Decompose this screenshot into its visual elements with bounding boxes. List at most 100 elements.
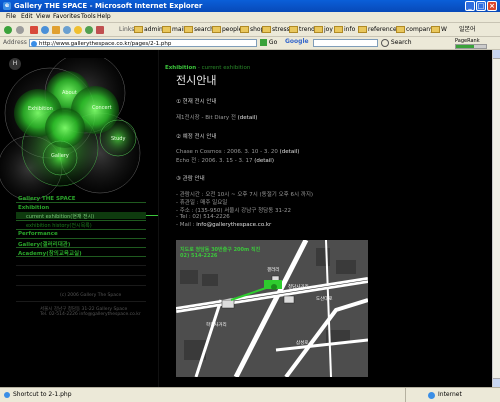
- visit-address: - 주소 : (135-950) 서울시 강남구 청담동 31-22: [176, 208, 291, 214]
- link-joy[interactable]: joy: [314, 25, 333, 34]
- google-search-label: Search: [390, 39, 412, 46]
- menu-view[interactable]: View: [36, 13, 50, 20]
- scroll-up-button[interactable]: [493, 50, 500, 59]
- menu-bar: File Edit View Favorites Tools Help: [0, 12, 500, 23]
- divider: [16, 229, 146, 230]
- concert-label: Concert: [92, 105, 112, 111]
- visit-mail-link[interactable]: info@gallerythespace.co.kr: [196, 222, 271, 228]
- mail-icon: [96, 25, 104, 34]
- favorites-toolbar-button[interactable]: [74, 25, 82, 34]
- nav-exhibition-history[interactable]: exhibition history(전시목록): [26, 222, 92, 229]
- upcoming-item: Echo 전 : 2006. 3. 15 - 3. 17: [176, 158, 253, 164]
- status-divider: [405, 388, 406, 402]
- forward-arrow-icon: [16, 25, 24, 34]
- web-content: H About Exhibition Concert Study Gallery…: [0, 50, 492, 387]
- upcoming-detail-link[interactable]: (detail): [280, 149, 300, 155]
- nav-exhibition[interactable]: Exhibition: [18, 205, 49, 211]
- folder-icon: [314, 26, 323, 33]
- zone-text: Internet: [438, 391, 462, 398]
- divider: [16, 265, 146, 266]
- link-label: admin: [144, 26, 163, 33]
- breadcrumb: Exhibition - current exhibition: [165, 65, 250, 71]
- link-stress[interactable]: stress: [262, 25, 290, 34]
- google-search-input[interactable]: [313, 39, 378, 47]
- refresh-button[interactable]: [41, 25, 49, 34]
- divider: [16, 275, 146, 276]
- menu-file[interactable]: File: [6, 13, 16, 20]
- link-reference[interactable]: reference: [358, 25, 397, 34]
- upcoming-row-1: Chase n Cosmos : 2006. 3. 10 - 3. 20 (de…: [176, 149, 299, 155]
- link-info[interactable]: info: [334, 25, 355, 34]
- media-button[interactable]: [85, 25, 93, 34]
- link-search[interactable]: search: [184, 25, 214, 34]
- visit-mail-label: - Mail :: [176, 222, 197, 228]
- pagerank-fill: [456, 45, 474, 48]
- visit-tel: - Tel : 02) 514-2226: [176, 214, 230, 220]
- go-label: Go: [268, 39, 278, 46]
- upcoming-item: Chase n Cosmos : 2006. 3. 10 - 3. 20: [176, 149, 278, 155]
- back-button[interactable]: [4, 25, 12, 34]
- folder-icon: [240, 26, 249, 33]
- stop-button[interactable]: [30, 25, 38, 34]
- search-toolbar-button[interactable]: [63, 25, 71, 34]
- visit-mail-row: - Mail : info@gallerythespace.co.kr: [176, 222, 271, 228]
- menu-favorites[interactable]: Favorites: [53, 13, 80, 20]
- divider: [16, 247, 146, 248]
- window-title: Gallery THE SPACE - Microsoft Internet E…: [14, 2, 203, 10]
- minimize-button[interactable]: _: [465, 1, 475, 11]
- maximize-button[interactable]: □: [476, 1, 486, 11]
- scroll-down-button[interactable]: [493, 378, 500, 387]
- map-label: 삼성로: [296, 341, 309, 346]
- upcoming-row-2: Echo 전 : 2006. 3. 15 - 3. 17 (detail): [176, 156, 274, 164]
- vertical-scrollbar[interactable]: [492, 50, 500, 387]
- nav-performance[interactable]: Performance: [18, 231, 58, 237]
- title-bar: e Gallery THE SPACE - Microsoft Internet…: [0, 0, 500, 12]
- menu-help[interactable]: Help: [97, 13, 111, 20]
- column-divider: [158, 50, 159, 387]
- map-label: 도산대로: [316, 297, 333, 302]
- link-company[interactable]: company: [396, 25, 434, 34]
- link-shop[interactable]: shop: [240, 25, 264, 34]
- home-button[interactable]: [52, 25, 60, 34]
- current-detail-link[interactable]: (detail): [238, 115, 258, 121]
- menu-tools[interactable]: Tools: [81, 13, 96, 20]
- link-label: W: [441, 26, 447, 33]
- link-w[interactable]: W: [431, 25, 447, 34]
- gallery-label: Gallery: [51, 153, 69, 159]
- page-title: 전시안내: [176, 74, 217, 87]
- divider: [16, 301, 146, 302]
- home-icon: [52, 25, 60, 34]
- upcoming-detail-link[interactable]: (detail): [254, 158, 274, 164]
- link-japanese[interactable]: 일본어: [459, 25, 476, 34]
- go-arrow-icon: [260, 39, 267, 46]
- google-search-button[interactable]: Search: [381, 38, 412, 47]
- link-label: info: [344, 26, 356, 33]
- section-current-title: ① 현재 전시 안내: [176, 99, 217, 105]
- media-icon: [85, 25, 93, 34]
- close-button[interactable]: ×: [487, 1, 497, 11]
- current-exhibition-row: 제1전시장 - Bit Diary 전 (detail): [176, 113, 257, 121]
- link-label: stress: [272, 26, 290, 33]
- folder-icon: [358, 26, 367, 33]
- search-icon: [63, 25, 71, 34]
- link-people[interactable]: people: [212, 25, 242, 34]
- divider: [16, 238, 146, 239]
- divider: [16, 285, 146, 286]
- search-icon: [381, 38, 389, 47]
- link-label: reference: [368, 26, 397, 33]
- link-mail[interactable]: mail: [162, 25, 185, 34]
- mail-button[interactable]: [96, 25, 104, 34]
- forward-button[interactable]: [16, 25, 24, 34]
- folder-icon: [162, 26, 171, 33]
- menu-edit[interactable]: Edit: [21, 13, 33, 20]
- address-input[interactable]: http://www.gallerythespace.co.kr/pages/2…: [29, 39, 257, 47]
- divider: [16, 220, 146, 221]
- link-trend[interactable]: trend: [289, 25, 315, 34]
- breadcrumb-exhibition[interactable]: Exhibition: [165, 65, 196, 71]
- link-admin[interactable]: admin: [134, 25, 163, 34]
- breadcrumb-current: - current exhibition: [196, 65, 251, 71]
- nav-current-exhibition[interactable]: current exhibition(현재 전시): [26, 213, 94, 220]
- go-button[interactable]: Go: [260, 39, 277, 46]
- map-label: 청담사거리: [288, 285, 309, 290]
- address-url: http://www.gallerythespace.co.kr/pages/2…: [39, 41, 172, 47]
